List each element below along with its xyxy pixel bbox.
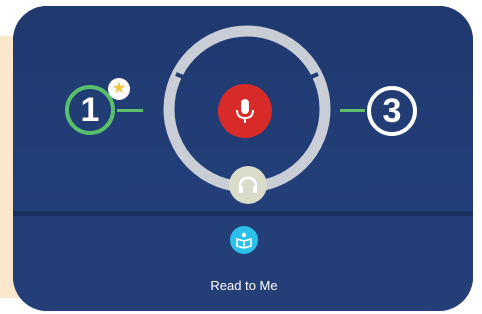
book-reader-icon xyxy=(230,226,258,254)
microphone-icon xyxy=(236,99,254,123)
step-3-number: 3 xyxy=(382,91,402,130)
step-1-circle[interactable]: 1 xyxy=(65,85,115,135)
reader-card: 1 ★ 3 Read to Me xyxy=(13,6,473,311)
read-to-me-label: Read to Me xyxy=(210,278,278,293)
read-to-me-button[interactable]: Read to Me xyxy=(210,226,278,301)
star-icon: ★ xyxy=(108,78,130,100)
headphones-button[interactable] xyxy=(229,166,267,204)
microphone-button[interactable] xyxy=(218,84,272,138)
step-1-number: 1 xyxy=(80,90,100,129)
step-connector-right xyxy=(340,109,365,112)
step-3-circle[interactable]: 3 xyxy=(367,86,417,136)
step-connector-left xyxy=(117,109,143,112)
headphones-icon xyxy=(238,176,258,193)
